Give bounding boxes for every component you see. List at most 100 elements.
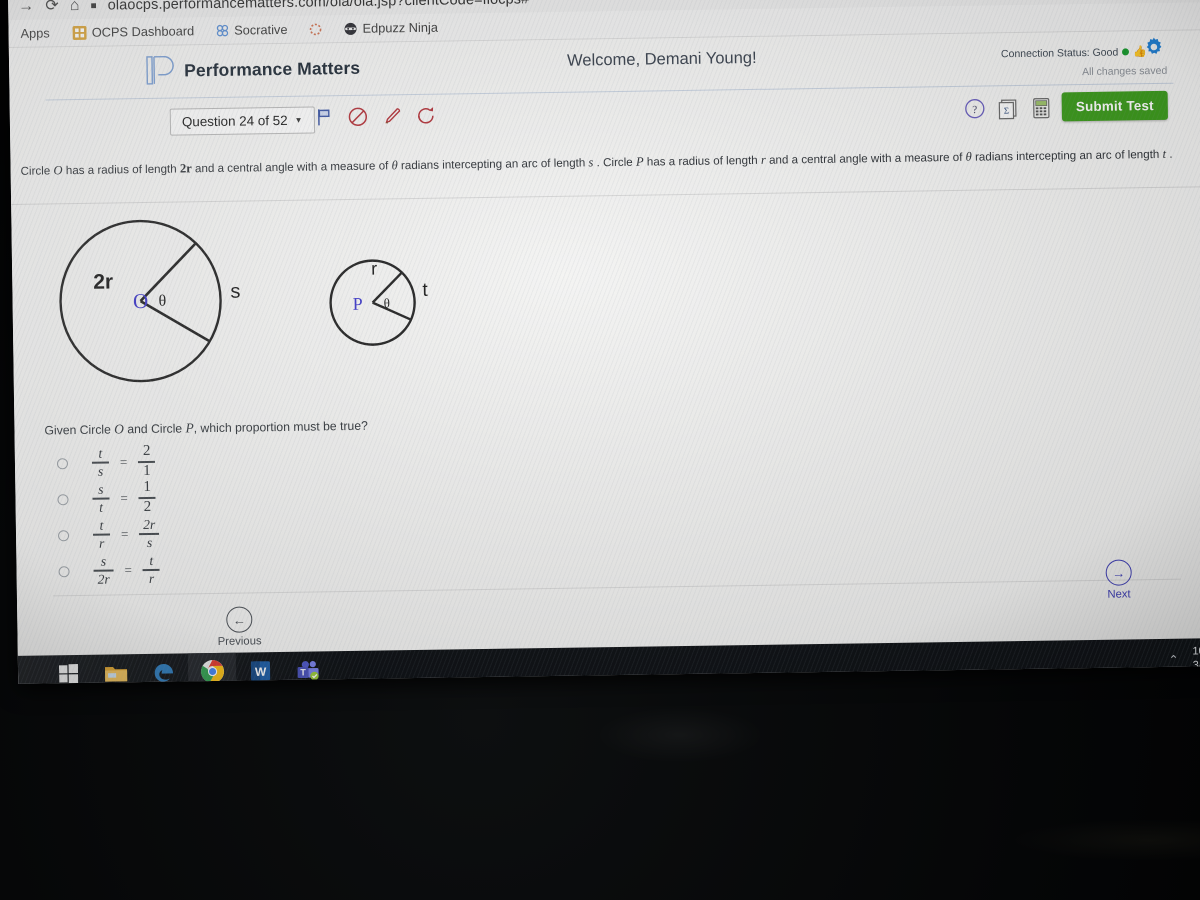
bookmark-label: OCPS Dashboard xyxy=(91,23,195,40)
next-button[interactable]: → Next xyxy=(1089,559,1150,601)
numerator: 2 xyxy=(142,443,151,460)
choice-c[interactable]: t r = 2r s xyxy=(57,513,378,554)
choice-d-expression: s 2r = t r xyxy=(93,552,160,587)
svg-text:T: T xyxy=(300,667,306,677)
radio-a[interactable] xyxy=(56,457,69,469)
highlighter-icon[interactable] xyxy=(380,104,404,128)
fraction-left: s 2r xyxy=(93,553,114,587)
denominator: 2r xyxy=(97,571,110,587)
start-button[interactable] xyxy=(44,655,93,684)
radio-b[interactable] xyxy=(57,493,69,505)
numerator: t xyxy=(149,552,154,568)
svg-text:?: ? xyxy=(972,104,977,116)
prompt-text: Given Circle xyxy=(44,422,115,438)
denominator: t xyxy=(99,499,104,515)
stem-2r: 2r xyxy=(179,161,192,176)
flag-icon[interactable] xyxy=(314,106,336,128)
forward-icon[interactable]: → xyxy=(18,0,34,15)
edge-icon xyxy=(152,660,176,684)
question-prompt: Given Circle O and Circle P, which propo… xyxy=(44,418,368,439)
denominator: s xyxy=(97,463,104,479)
chrome-button[interactable] xyxy=(187,652,237,684)
teams-button[interactable]: T xyxy=(284,651,333,684)
numerator: s xyxy=(100,553,107,569)
word-button[interactable]: W xyxy=(236,652,285,684)
lock-icon: ■ xyxy=(90,0,97,12)
stem-text: radians intercepting an arc of length xyxy=(971,147,1163,164)
reset-icon[interactable] xyxy=(414,104,438,128)
fraction-left: t r xyxy=(93,518,111,551)
circle-P-arc-label: t xyxy=(422,280,428,301)
windows-logo-icon xyxy=(58,664,78,684)
arrow-left-icon: ← xyxy=(226,606,253,633)
circle-P-angle-label: θ xyxy=(384,295,390,310)
help-icon[interactable]: ? xyxy=(963,95,987,120)
formula-sheet-icon[interactable]: Σ xyxy=(996,95,1020,120)
prompt-text: , which proportion must be true? xyxy=(193,418,368,436)
stem-text: has a radius of length xyxy=(62,162,180,178)
clock[interactable]: 10:4 3/4 xyxy=(1192,645,1200,673)
brand-name: Performance Matters xyxy=(183,57,361,80)
gear-icon[interactable] xyxy=(1143,36,1165,58)
circle-O-diagram: O 2r θ s xyxy=(59,219,241,383)
calculator-icon[interactable] xyxy=(1029,95,1053,120)
submit-test-button[interactable]: Submit Test xyxy=(1061,90,1168,122)
stem-text: . Circle xyxy=(593,155,637,170)
circle-P-radius-label: r xyxy=(371,259,377,279)
bookmark-dotted[interactable] xyxy=(308,22,322,36)
eliminate-icon[interactable] xyxy=(346,105,370,129)
edge-button[interactable] xyxy=(140,653,189,684)
circle-P-center-label: P xyxy=(352,294,362,314)
arrow-right-icon: → xyxy=(1105,559,1132,586)
circle-O-center-label: O xyxy=(133,289,149,313)
previous-button[interactable]: ← Previous xyxy=(209,606,270,648)
fraction-left: s t xyxy=(92,482,110,515)
bookmark-socrative[interactable]: Socrative xyxy=(215,22,288,38)
equals-sign: = xyxy=(120,490,128,506)
fraction-right: 1 2 xyxy=(138,479,157,516)
ninja-icon xyxy=(343,21,357,35)
choice-a[interactable]: t s = 2 1 xyxy=(56,441,377,482)
bookmark-apps[interactable]: Apps xyxy=(20,25,49,40)
radio-c[interactable] xyxy=(57,529,70,541)
fraction-right: t r xyxy=(142,552,160,587)
answer-choices: t s = 2 1 s t = 1 2 t r = 2r s s 2r = t … xyxy=(56,441,379,590)
choice-b[interactable]: s t = 1 2 xyxy=(57,477,377,518)
system-tray: ⌃ 10:4 3/4 xyxy=(1168,645,1200,673)
stem-text: Circle xyxy=(20,164,54,178)
url-text[interactable]: olaocps.performancematters.com/ola/ola.j… xyxy=(108,0,530,14)
file-explorer-button[interactable] xyxy=(92,654,141,684)
annotation-tools xyxy=(314,104,438,130)
test-actions: ? Σ Submit Test xyxy=(963,90,1168,123)
next-label: Next xyxy=(1107,588,1131,601)
reload-icon[interactable]: ⟳ xyxy=(45,0,59,14)
choice-c-expression: t r = 2r s xyxy=(93,516,160,551)
clock-date: 3/4 xyxy=(1192,659,1200,672)
save-status: All changes saved xyxy=(1081,64,1168,79)
circle-P-diagram: P r θ t xyxy=(329,259,429,346)
svg-text:W: W xyxy=(254,665,266,679)
apps-label: Apps xyxy=(20,25,50,41)
stem-text: and a central angle with a measure of xyxy=(191,159,392,176)
radio-d[interactable] xyxy=(58,565,70,577)
fraction-left: t s xyxy=(91,446,109,479)
numerator: 1 xyxy=(143,479,152,496)
question-selector[interactable]: Question 24 of 52 ▼ xyxy=(169,106,315,136)
connection-status: Connection Status: Good 👍 xyxy=(1001,45,1147,60)
bookmark-edpuzz-ninja[interactable]: Edpuzz Ninja xyxy=(343,20,438,36)
show-hidden-icons-chevron[interactable]: ⌃ xyxy=(1168,653,1178,667)
chrome-icon xyxy=(199,659,224,684)
dotted-circle-icon xyxy=(308,22,322,36)
circle-O-arc-label: s xyxy=(230,281,240,303)
stem-circle-o: O xyxy=(53,163,63,178)
welcome-message: Welcome, Demani Young! xyxy=(566,48,757,70)
home-icon[interactable]: ⌂ xyxy=(70,0,80,14)
bookmark-ocps-dashboard[interactable]: OCPS Dashboard xyxy=(72,23,195,40)
stem-text: radians intercepting an arc of length xyxy=(397,156,589,173)
denominator: r xyxy=(148,570,155,587)
choice-d[interactable]: s 2r = t r xyxy=(58,549,378,590)
fraction-right: 2r s xyxy=(139,516,160,551)
bookmark-label: Socrative xyxy=(234,21,288,38)
numerator: 2r xyxy=(143,516,156,532)
previous-label: Previous xyxy=(217,635,262,648)
